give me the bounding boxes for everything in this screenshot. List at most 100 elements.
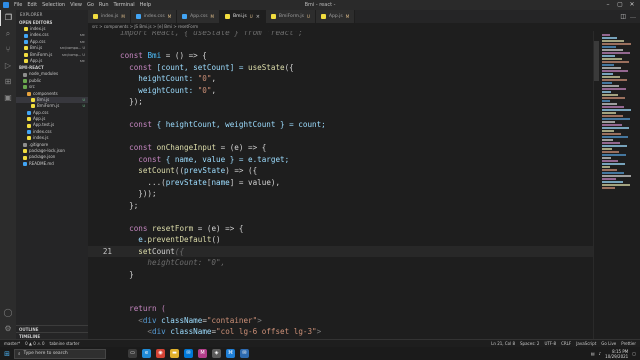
windows-start-icon[interactable]: ⊞ [0,350,14,358]
close-tab-icon[interactable]: × [256,14,260,20]
minimap-line [602,100,610,102]
network-icon[interactable]: ▤ [591,351,595,356]
menu-item-help[interactable]: Help [140,2,151,8]
close-window-icon[interactable]: ✕ [626,0,638,10]
code-token: ({ [174,246,185,256]
code-token: resetForm [152,223,194,233]
status-left-item[interactable]: 0 ▲ 0 ⚠ 0 [25,341,44,346]
code-token: })); [120,189,157,198]
status-left-item[interactable]: master* [4,341,20,346]
search-icon[interactable]: ⌕ [0,26,16,42]
minimap[interactable] [599,31,640,339]
source-control-icon[interactable]: ⑂ [0,42,16,58]
folder-icon [27,91,31,96]
code-token: Count [152,246,175,256]
code-line: }); [88,96,593,108]
status-left-item[interactable]: tabnine starter [50,341,80,346]
volume-icon[interactable]: ♪ [599,351,602,356]
code-line: <div className="container"> [88,315,593,327]
breadcrumb[interactable]: src > components > JS Bmi.js > [e] Bmi >… [88,23,640,31]
tab-index-js[interactable]: index.js M [88,10,131,23]
code-token: setCount [120,166,175,175]
file-type-icon [27,136,31,141]
code-token: import React, { useState } from 'react'; [120,31,303,37]
activity-bar: ❐ ⌕ ⑂ ▷ ⊞ ▣ ◯ ⚙ [0,10,16,339]
taskbar-search[interactable]: ⌕ Type here to search [14,348,106,359]
minimap-line [602,79,627,81]
clock[interactable]: 8:15 PM 10/29/2021 [605,349,628,359]
code-line: cons resetForm = (e) => { [88,223,593,235]
media-app-icon[interactable]: M [198,349,207,358]
tree-item[interactable]: README.md [16,161,88,167]
file-explorer-icon[interactable]: ▬ [170,349,179,358]
status-right-item[interactable]: Prettier [621,341,636,346]
file-type-icon [23,155,27,160]
tab-bmiform-js[interactable]: BmiForm.js U [265,10,316,23]
maximize-icon[interactable]: ▢ [614,0,626,10]
menu-item-terminal[interactable]: Terminal [114,2,135,8]
tab-label: BmiForm.js [278,14,304,19]
code-line: const { heightCount, weightCount } = cou… [88,119,593,131]
code-token: } [120,269,134,279]
edge-icon[interactable]: e [142,349,151,358]
timeline-section[interactable]: TIMELINE [16,332,88,339]
menu-item-run[interactable]: Run [99,2,109,8]
settings-gear-icon[interactable]: ⚙ [0,321,16,337]
vscode-app-icon[interactable]: ⌘ [226,349,235,358]
tab-app-js[interactable]: App.js M [315,10,356,23]
menu-item-edit[interactable]: Edit [27,2,37,8]
minimap-line [602,76,620,78]
status-right-item[interactable]: UTF-8 [544,341,556,346]
mail-alt-app-icon[interactable]: ✉ [240,349,249,358]
status-right-item[interactable]: CRLF [561,341,571,346]
editor-tabs: index.js Mindex.css M App.css M Bmi.js U × BmiFo… [88,10,640,23]
minimap-line [602,103,617,105]
file-type-icon [23,162,27,166]
run-debug-icon[interactable]: ▷ [0,58,16,74]
code-editor[interactable]: import React, { useState } from 'react';… [88,31,593,339]
minimap-line [602,154,626,156]
minimap-line [602,178,616,180]
mail-app-icon[interactable]: ✉ [184,349,193,358]
minimize-icon[interactable]: – [602,0,614,10]
minimap-line [602,142,620,144]
code-token: "0" [197,85,212,95]
project-section[interactable]: BMI-REACT [16,64,88,71]
menu-item-selection[interactable]: Selection [42,2,65,8]
minimap-line [602,139,613,141]
status-right-item[interactable]: Ln 21, Col 8 [491,341,515,346]
menu-item-go[interactable]: Go [87,2,94,8]
minimap-line [602,181,623,183]
minimap-line [602,106,624,108]
menu-item-file[interactable]: File [14,2,22,8]
account-icon[interactable]: ◯ [0,305,16,321]
task-view-icon[interactable]: ▭ [128,349,137,358]
photos-app-icon[interactable]: ◈ [212,349,221,358]
remote-icon[interactable]: ▣ [0,90,16,106]
tab-status-badge: M [345,14,350,19]
status-right-item[interactable]: JavaScript [576,341,596,346]
split-editor-icon[interactable]: ◫ [620,13,626,20]
tab-index-css[interactable]: index.css M [130,10,178,23]
files-icon[interactable]: ❐ [0,10,16,26]
code-token: prevState [165,177,207,187]
code-token: className [170,327,212,336]
menu-item-view[interactable]: View [70,2,82,8]
more-actions-icon[interactable]: … [630,13,636,20]
minimap-line [602,130,614,132]
tab-app-css[interactable]: App.css M [177,10,220,23]
minimap-line [602,88,626,90]
open-editors-section[interactable]: OPEN EDITORS [16,19,88,26]
status-right-item[interactable]: Spaces: 2 [520,341,539,346]
chrome-icon[interactable]: ◉ [156,349,165,358]
extensions-icon[interactable]: ⊞ [0,74,16,90]
tab-bmi-js[interactable]: Bmi.js U × [220,10,266,23]
notifications-icon[interactable]: ▢ [632,351,636,356]
outline-section[interactable]: OUTLINE [16,325,88,332]
status-right-item[interactable]: Go Live [601,341,616,346]
code-token: useState [248,62,285,72]
title-bar: File Edit Selection View Go Run Terminal Help B… [0,0,640,10]
